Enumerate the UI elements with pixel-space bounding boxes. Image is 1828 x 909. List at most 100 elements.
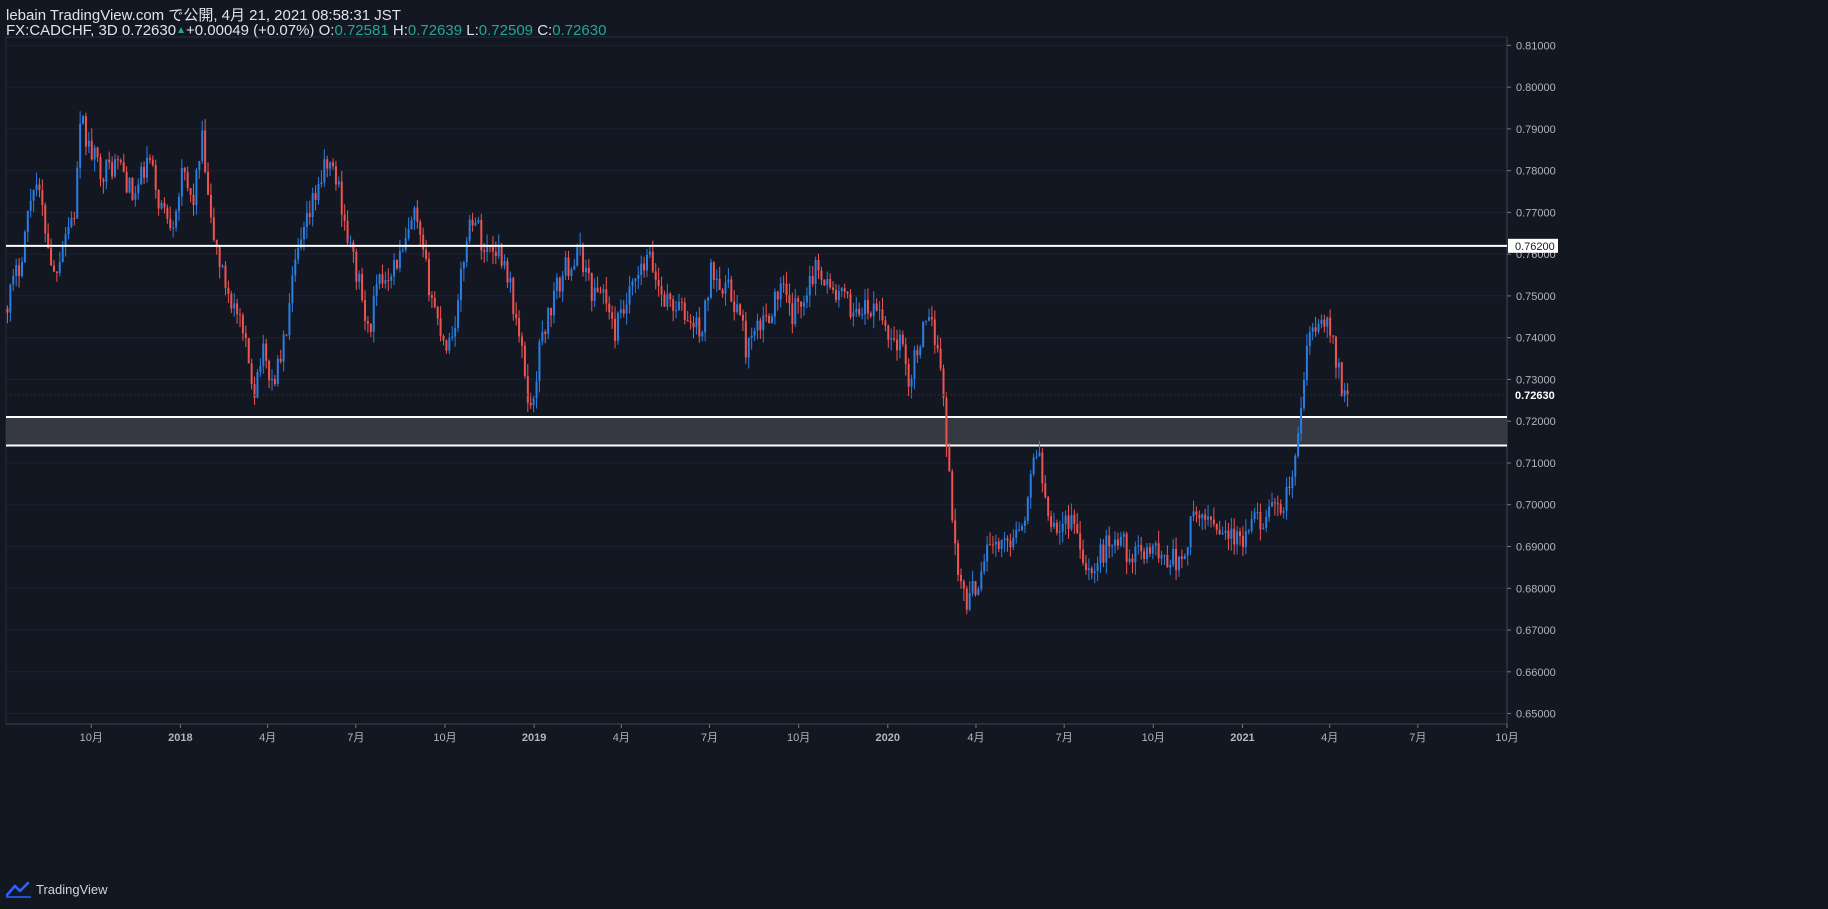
candle-body [1073,514,1076,525]
candle-body [640,263,643,275]
candle-body [808,275,811,296]
candle-body [122,162,125,172]
candle-body [1154,543,1157,546]
candle-body [1204,514,1207,520]
candle-body [361,273,364,301]
candle-body [675,310,678,312]
candle-body [244,333,247,339]
candle-body [864,299,867,315]
candle-body [58,262,61,274]
candle-body [262,343,265,366]
candle-body [291,275,294,304]
candle-body [765,315,768,317]
candle-body [474,222,477,226]
candle-body [907,364,910,387]
candle-body [1308,331,1311,346]
footer: TradingView [6,880,108,898]
support-zone [6,417,1507,446]
candle-body [1169,564,1172,568]
candle-body [741,314,744,321]
candle-body [1015,530,1018,538]
candle-body [1186,547,1189,556]
candle-body [494,251,497,257]
candle-body [1018,530,1021,532]
candle-body [564,257,567,276]
candle-body [1198,514,1201,519]
candle-body [512,278,515,315]
candle-body [349,242,352,244]
tradingview-brand[interactable]: TradingView [36,882,108,897]
candle-body [285,334,288,336]
candle-body [26,210,29,232]
candle-body [195,170,198,206]
candle-body [1215,524,1218,530]
candle-body [430,295,433,298]
candle-body [1271,502,1274,507]
candle-body [1311,327,1314,332]
candle-body [910,378,913,387]
candle-body [364,300,367,322]
candle-body [317,184,320,201]
candle-body [32,190,35,201]
candle-body [962,581,965,589]
candle-body [890,338,893,340]
candle-body [544,331,547,335]
candle-body [1337,362,1340,368]
candle-body [451,336,454,338]
candle-body [175,211,178,228]
candle-body [901,334,904,345]
candle-body [811,275,814,284]
x-tick-label: 2021 [1230,732,1254,744]
candle-body [927,317,930,321]
candle-body [1250,519,1253,531]
candle-body [797,298,800,302]
candle-body [1195,511,1198,515]
candle-body [611,312,614,319]
candle-body [980,571,983,589]
candle-body [555,277,558,291]
candle-body [201,130,204,161]
candle-body [922,321,925,347]
candle-body [547,308,550,335]
candle-body [1050,516,1053,527]
candle-body [413,207,416,221]
candle-body [576,247,579,266]
candle-body [305,213,308,227]
candle-body [157,189,160,209]
x-tick-label: 7月 [701,732,718,744]
candle-body [1143,551,1146,559]
candle-body [1207,516,1210,520]
candle-body [977,588,980,595]
y-tick-label: 0.78000 [1516,166,1556,178]
candle-body [209,194,212,218]
candle-body [378,274,381,284]
x-tick-label: 10月 [80,732,103,744]
candle-body [727,279,730,283]
candle-body [701,332,704,337]
candle-body [23,231,26,262]
candle-body [643,263,646,271]
y-tick-label: 0.73000 [1516,374,1556,386]
candle-body [253,384,256,398]
candle-body [44,205,47,234]
candle-body [919,346,922,356]
candle-body [520,336,523,346]
candle-body [715,278,718,281]
candle-body [1029,474,1032,498]
candle-body [506,261,509,283]
candle-body [1134,546,1137,563]
candle-body [709,262,712,298]
candle-body [207,171,210,195]
tradingview-logo-icon[interactable] [6,880,32,898]
candle-body [936,344,939,349]
candle-body [587,267,590,274]
candle-body [52,265,55,272]
candle-body [247,338,250,364]
x-tick-label: 2020 [876,732,900,744]
candle-body [692,322,695,328]
price-chart[interactable]: 0.810000.800000.790000.780000.770000.760… [0,0,1828,909]
candle-body [311,193,314,218]
candle-body [518,318,521,337]
candle-body [483,250,486,252]
candle-body [192,194,195,206]
